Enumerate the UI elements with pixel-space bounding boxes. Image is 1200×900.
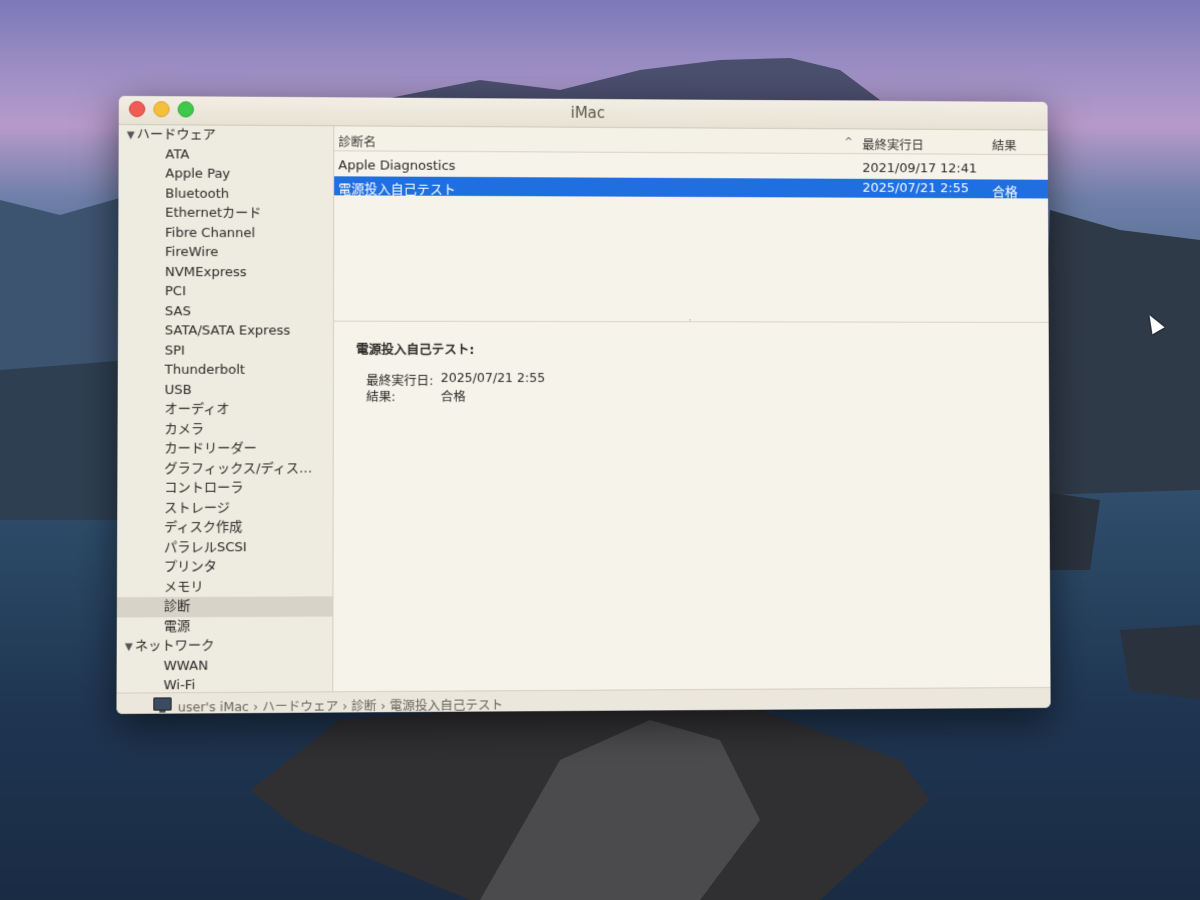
sidebar-item[interactable]: ストレージ [117, 498, 332, 518]
table-row[interactable]: Apple Diagnostics 2021/09/17 12:41 [334, 156, 1048, 178]
detail-title: 電源投入自己テスト: [356, 339, 474, 358]
sidebar-item-label: SATA/SATA Express [165, 323, 290, 338]
detail-label-result: 結果: [366, 386, 395, 405]
sidebar[interactable]: ▼ ハードウェア ATA Apple Pay Bluetooth Ethernetカード F… [117, 125, 335, 693]
sidebar-item-label: パラレルSCSI [164, 540, 247, 555]
sidebar-item[interactable]: PCI [118, 282, 333, 302]
sidebar-item[interactable]: オーディオ [118, 400, 333, 420]
sidebar-item-label: Thunderbolt [165, 363, 245, 378]
detail-value-date: 2025/07/21 2:55 [441, 370, 545, 385]
sidebar-item[interactable]: 電源 [117, 616, 333, 637]
sidebar-item-label: オーディオ [164, 402, 229, 417]
sidebar-item-selected[interactable]: 診断 [117, 596, 333, 617]
row-date: 2021/09/17 12:41 [862, 161, 977, 176]
sidebar-item[interactable]: カメラ [118, 420, 333, 440]
sidebar-item-label: カメラ [164, 422, 204, 437]
sidebar-item-label: ATA [165, 147, 189, 162]
row-name: 電源投入自己テスト [338, 178, 456, 198]
sidebar-item[interactable]: Ethernetカード [118, 203, 333, 223]
sidebar-item-label: 診断 [164, 599, 191, 614]
sidebar-item-label: ストレージ [164, 500, 230, 515]
detail-value-result: 合格 [441, 386, 466, 405]
sidebar-item-label: Ethernetカード [165, 206, 261, 221]
column-header-name[interactable]: 診断名 [338, 131, 376, 150]
sidebar-item-label: ディスク作成 [164, 520, 242, 535]
sidebar-item[interactable]: メモリ [117, 577, 333, 598]
sidebar-item-label: 電源 [164, 619, 191, 634]
table-row-selected[interactable]: 電源投入自己テスト 2025/07/21 2:55 合格 [334, 176, 1048, 198]
sidebar-item-label: FireWire [165, 245, 218, 260]
sidebar-item[interactable]: ディスク作成 [117, 518, 332, 538]
sidebar-item[interactable]: SATA/SATA Express [118, 321, 333, 341]
sidebar-item[interactable]: Fibre Channel [118, 223, 333, 243]
sidebar-item[interactable]: Thunderbolt [118, 361, 333, 381]
sidebar-item-label: SPI [165, 343, 185, 358]
column-header-date[interactable]: 最終実行日 [862, 134, 924, 153]
sidebar-item-label: PCI [165, 284, 186, 299]
sidebar-item-label: ハードウェア [137, 127, 216, 143]
sort-indicator-icon: ^ [845, 137, 853, 148]
split-handle-icon[interactable]: · [689, 316, 692, 326]
sidebar-item[interactable]: パラレルSCSI [117, 537, 332, 557]
sidebar-item-label: コントローラ [164, 481, 243, 496]
sidebar-item-label: SAS [165, 304, 191, 319]
row-result: 合格 [992, 181, 1018, 200]
sidebar-item-label: WWAN [164, 658, 209, 673]
column-header-result[interactable]: 結果 [992, 135, 1017, 154]
sidebar-item-label: プリンタ [164, 559, 217, 574]
sidebar-item[interactable]: ATA [119, 145, 334, 166]
sidebar-item[interactable]: カードリーダー [117, 439, 332, 459]
sidebar-item[interactable]: Bluetooth [118, 184, 333, 205]
sidebar-item-label: Apple Pay [165, 166, 230, 181]
path-breadcrumb[interactable]: user's iMac › ハードウェア › 診断 › 電源投入自己テスト [178, 694, 503, 714]
sidebar-item-label: メモリ [164, 579, 204, 594]
sidebar-item[interactable]: Wi-Fi [117, 675, 333, 692]
sidebar-item[interactable]: Apple Pay [119, 164, 334, 185]
sidebar-item-label: Wi-Fi [164, 678, 196, 693]
sidebar-item[interactable]: USB [118, 380, 333, 400]
sidebar-item-label: NVMExpress [165, 264, 247, 279]
table-header: 診断名 ^ 最終実行日 結果 [334, 126, 1048, 155]
row-name: Apple Diagnostics [338, 158, 455, 174]
window-title: iMac [119, 101, 1048, 125]
sidebar-item[interactable]: FireWire [118, 243, 333, 263]
sidebar-item-label: USB [165, 382, 192, 397]
main-content: 診断名 ^ 最終実行日 結果 Apple Diagnostics 2021/09… [333, 126, 1050, 691]
row-date: 2025/07/21 2:55 [862, 181, 969, 196]
sidebar-item-label: カードリーダー [164, 441, 257, 456]
sidebar-item-label: グラフィックス/ディス… [164, 461, 312, 476]
sidebar-item[interactable]: プリンタ [117, 557, 333, 577]
sidebar-item[interactable]: グラフィックス/ディス… [117, 459, 332, 479]
sidebar-item[interactable]: SPI [118, 341, 333, 361]
sidebar-item[interactable]: WWAN [117, 655, 333, 676]
sidebar-item[interactable]: コントローラ [117, 478, 332, 498]
sidebar-item[interactable]: NVMExpress [118, 262, 333, 282]
sidebar-item-label: Bluetooth [165, 186, 229, 201]
system-information-window: iMac ▼ ハードウェア ATA Apple Pay Bluetooth Etherne… [116, 96, 1050, 714]
sidebar-item-label: Fibre Channel [165, 225, 255, 240]
disclosure-triangle-icon[interactable]: ▼ [125, 642, 133, 653]
disclosure-triangle-icon[interactable]: ▼ [127, 130, 135, 141]
imac-icon [153, 697, 171, 710]
sidebar-section-header[interactable]: ▼ ネットワーク [117, 636, 333, 657]
sidebar-section-header[interactable]: ▼ ハードウェア [119, 125, 334, 146]
sidebar-item[interactable]: SAS [118, 302, 333, 322]
sidebar-item-label: ネットワーク [135, 638, 215, 654]
